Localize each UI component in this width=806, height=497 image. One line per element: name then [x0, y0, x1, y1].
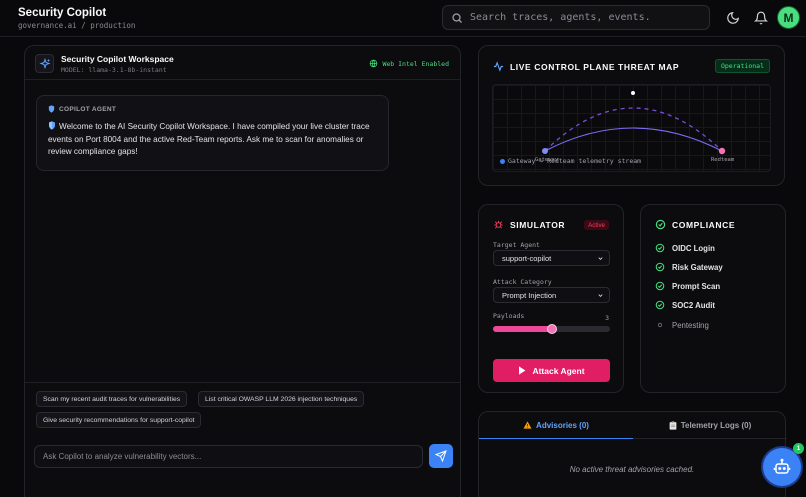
payloads-slider-fill — [493, 326, 552, 332]
map-arc-dashed — [544, 107, 723, 152]
map-legend: Gateway → Redteam telemetry stream — [500, 157, 641, 165]
workspace-title: Security Copilot Workspace — [61, 54, 174, 64]
legend-dot — [500, 158, 505, 164]
check-circle-icon — [655, 219, 666, 230]
web-intel-label: Web Intel Enabled — [382, 59, 449, 68]
app-breadcrumb: governance.ai / production — [18, 21, 136, 30]
map-node-source — [542, 148, 548, 154]
user-avatar[interactable]: M — [777, 6, 800, 29]
chat-header: Security Copilot Workspace MODEL: llama-… — [25, 46, 460, 80]
attack-category-label: Attack Category — [493, 278, 552, 286]
compliance-item-label: Prompt Scan — [672, 281, 721, 291]
tab-telemetry-logs[interactable]: Telemetry Logs (0) — [633, 412, 787, 439]
check-circle-icon — [655, 300, 665, 310]
pending-circle-icon — [657, 322, 663, 328]
attack-category-value: Prompt Injection — [502, 290, 557, 300]
map-node-target — [718, 147, 726, 155]
threat-map-panel: LIVE CONTROL PLANE THREAT MAP Operationa… — [478, 45, 785, 186]
map-node-center — [631, 91, 635, 95]
app-title: Security Copilot — [18, 7, 107, 19]
message-sender-label: COPILOT AGENT — [59, 105, 117, 113]
bot-notification-badge: 1 — [793, 443, 804, 454]
send-button[interactable] — [429, 444, 453, 468]
search-icon — [452, 12, 462, 23]
robot-icon — [773, 458, 791, 474]
play-icon — [519, 366, 526, 375]
check-circle-icon — [655, 262, 665, 272]
compliance-item: OIDC Login — [655, 243, 715, 253]
tab-advisories-label: Advisories (0) — [536, 420, 589, 430]
operational-badge: Operational — [714, 59, 770, 73]
notifications-bell-icon[interactable] — [754, 11, 768, 25]
map-node-target-label: Redteam — [711, 157, 735, 163]
sparkle-icon — [35, 54, 54, 73]
tab-telemetry-label: Telemetry Logs (0) — [680, 420, 752, 430]
compliance-item: Risk Gateway — [655, 262, 723, 272]
theme-toggle-moon-icon[interactable] — [726, 11, 740, 25]
chevron-down-icon — [598, 257, 603, 260]
copilot-chat-panel: Security Copilot Workspace MODEL: llama-… — [24, 45, 461, 497]
payloads-value: 3 — [605, 314, 609, 322]
check-circle-icon — [655, 243, 665, 253]
map-legend-text: Gateway → Redteam telemetry stream — [508, 157, 642, 165]
suggestion-chip[interactable]: List critical OWASP LLM 2026 injection t… — [198, 391, 365, 407]
bug-icon — [494, 220, 503, 229]
attack-category-select[interactable]: Prompt Injection — [493, 287, 610, 303]
target-agent-label: Target Agent — [493, 241, 540, 249]
model-label: MODEL: llama-3.1-8b-instant — [61, 66, 167, 74]
compliance-item-label: Pentesting — [672, 320, 709, 330]
suggestion-chip[interactable]: Give security recommendations for suppor… — [36, 412, 202, 428]
suggestion-chip[interactable]: Scan my recent audit traces for vulnerab… — [36, 391, 188, 407]
check-circle-icon — [655, 281, 665, 291]
compliance-title: COMPLIANCE — [655, 219, 735, 230]
web-intel-status: Web Intel Enabled — [369, 59, 449, 68]
message-sender: COPILOT AGENT — [48, 105, 377, 113]
activity-icon — [493, 61, 504, 72]
simulator-panel: SIMULATOR Active Target Agent support-co… — [478, 204, 624, 393]
target-agent-value: support-copilot — [502, 253, 552, 263]
message-text: Welcome to the AI Security Copilot Works… — [48, 121, 377, 159]
advisories-empty-state: No active threat advisories cached. — [569, 465, 695, 474]
payloads-slider[interactable] — [493, 324, 610, 334]
warning-icon — [523, 421, 532, 429]
tab-advisories[interactable]: Advisories (0) — [479, 412, 633, 439]
attack-agent-label: Attack Agent — [532, 365, 585, 376]
send-icon — [435, 450, 447, 462]
compliance-item-label: Risk Gateway — [672, 262, 723, 272]
map-arc-solid — [544, 127, 723, 152]
copilot-message: COPILOT AGENT Welcome to the AI Security… — [36, 95, 389, 171]
shield-emoji-icon — [49, 121, 55, 130]
message-body: Welcome to the AI Security Copilot Works… — [48, 122, 370, 156]
compliance-item: SOC2 Audit — [655, 300, 715, 310]
compliance-panel: COMPLIANCE OIDC Login Risk Gateway Prompt … — [640, 204, 786, 393]
shield-icon — [48, 105, 55, 113]
simulator-title-text: SIMULATOR — [510, 219, 566, 230]
chevron-down-icon — [598, 294, 603, 297]
advisories-panel: Advisories (0) Telemetry Logs (0) No act… — [478, 411, 787, 497]
compliance-item-label: SOC2 Audit — [672, 300, 716, 310]
search-bar[interactable] — [442, 5, 710, 30]
compliance-item: Prompt Scan — [655, 281, 720, 291]
simulator-status-badge: Active — [584, 220, 609, 230]
copilot-chat-input[interactable] — [34, 445, 423, 468]
compliance-item: Pentesting — [655, 320, 709, 330]
globe-icon — [370, 59, 378, 68]
payloads-slider-thumb[interactable] — [546, 324, 557, 334]
search-input[interactable] — [470, 12, 700, 23]
threat-map-title-text: LIVE CONTROL PLANE THREAT MAP — [510, 61, 680, 72]
top-header: Security Copilot governance.ai / product… — [0, 0, 806, 37]
chat-divider — [25, 382, 460, 383]
simulator-title: SIMULATOR — [493, 219, 565, 230]
target-agent-select[interactable]: support-copilot — [493, 250, 610, 266]
payloads-label: Payloads — [493, 312, 525, 320]
threat-map-title: LIVE CONTROL PLANE THREAT MAP — [493, 61, 679, 72]
attack-agent-button[interactable]: Attack Agent — [493, 359, 610, 382]
compliance-title-text: COMPLIANCE — [672, 219, 736, 230]
compliance-item-label: OIDC Login — [672, 243, 715, 253]
clipboard-icon — [669, 420, 677, 430]
copilot-bot-button[interactable] — [763, 448, 801, 486]
